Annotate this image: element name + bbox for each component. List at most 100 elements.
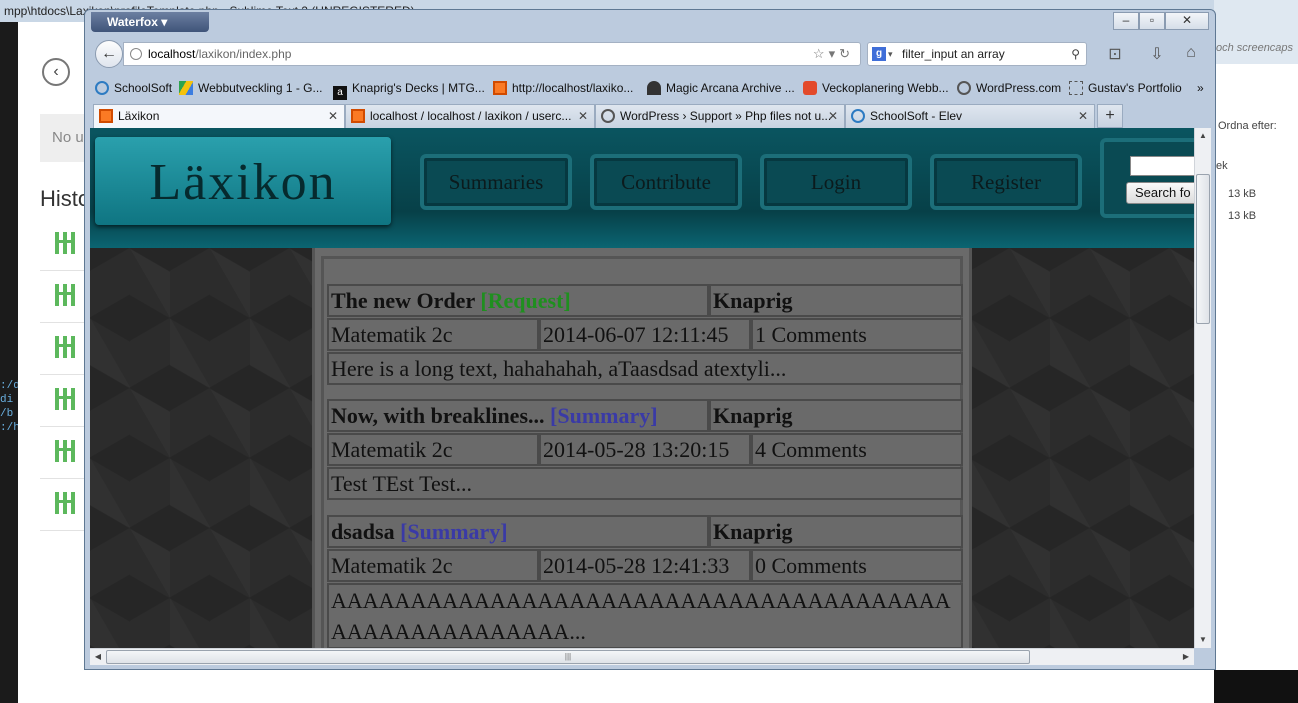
browser-window: Waterfox ▾ – ▫ ✕ ← localhost/laxikon/ind… xyxy=(84,9,1216,670)
post-subject: Matematik 2c xyxy=(327,318,539,351)
post-author[interactable]: Knaprig xyxy=(709,399,963,432)
explorer-sort-label: Ordna efter: xyxy=(1218,120,1277,132)
post-tag: [Summary] xyxy=(400,519,508,544)
post-title[interactable]: Now, with breaklines... [Summary] xyxy=(327,399,709,432)
vertical-scrollbar[interactable]: ▲ ▼ xyxy=(1194,128,1211,648)
post-excerpt: Test TEst Test... xyxy=(327,467,963,500)
site-header: Läxikon Summaries Contribute Login Regis… xyxy=(90,128,1194,248)
green-pattern-icon xyxy=(55,284,75,306)
post-excerpt: Here is a long text, hahahahah, aTaasdsa… xyxy=(327,352,963,385)
explorer-type-label: ek xyxy=(1216,160,1228,172)
navigation-toolbar: ← localhost/laxikon/index.php ☆▾↻ g ▾ fi… xyxy=(89,38,1211,72)
post-date: 2014-05-28 13:20:15 xyxy=(539,433,751,466)
post-title[interactable]: The new Order [Request] xyxy=(327,284,709,317)
post-date: 2014-05-28 12:41:33 xyxy=(539,549,751,582)
minimize-button[interactable]: – xyxy=(1113,12,1139,30)
tab-wordpress[interactable]: WordPress › Support » Php files not u...… xyxy=(595,104,845,128)
home-icon[interactable]: ⌂ xyxy=(1179,44,1203,62)
magic-icon xyxy=(647,81,661,95)
close-tab-icon[interactable]: ✕ xyxy=(328,105,338,127)
url-bar[interactable]: localhost/laxikon/index.php ☆▾↻ xyxy=(123,42,861,66)
tab-strip: Läxikon ✕ localhost / localhost / laxikon… xyxy=(89,104,1211,128)
downloads-icon[interactable]: ⇩ xyxy=(1145,44,1169,64)
bookmark-item[interactable]: WordPress.com xyxy=(957,80,1061,96)
back-button[interactable]: ← xyxy=(95,40,123,68)
search-bar[interactable]: g ▾ filter_input an array ⚲ xyxy=(867,42,1087,66)
vertical-scroll-thumb[interactable] xyxy=(1196,174,1210,324)
wordpress-icon xyxy=(957,81,971,95)
bookmark-item[interactable]: Webbutveckling 1 - G... xyxy=(179,80,323,96)
background-page: ‹ No u Histo xyxy=(18,22,100,703)
nav-contribute-button[interactable]: Contribute xyxy=(590,154,742,210)
scroll-left-arrow-icon[interactable]: ◀ xyxy=(90,649,106,665)
close-tab-icon[interactable]: ✕ xyxy=(578,105,588,127)
mtg-icon: a xyxy=(333,86,347,100)
xampp-icon xyxy=(351,109,365,123)
scroll-down-arrow-icon[interactable]: ▼ xyxy=(1195,632,1211,648)
horizontal-scroll-thumb[interactable]: ||| xyxy=(106,650,1030,664)
site-logo[interactable]: Läxikon xyxy=(95,137,391,225)
post-subject: Matematik 2c xyxy=(327,549,539,582)
site-search-button[interactable]: Search fo xyxy=(1126,182,1194,204)
tab-schoolsoft[interactable]: SchoolSoft - Elev ✕ xyxy=(845,104,1095,128)
back-circle-icon: ‹ xyxy=(42,58,70,86)
bookmarks-menu-icon[interactable]: ⊡ xyxy=(1103,44,1127,64)
post-comments[interactable]: 1 Comments xyxy=(751,318,963,351)
close-tab-icon[interactable]: ✕ xyxy=(1078,105,1088,127)
wordpress-icon xyxy=(601,109,615,123)
site-search-input[interactable] xyxy=(1130,156,1194,176)
post-author[interactable]: Knaprig xyxy=(709,515,963,548)
drive-icon xyxy=(179,81,193,95)
bookmark-star-icon[interactable]: ☆▾↻ xyxy=(813,43,854,65)
nav-register-button[interactable]: Register xyxy=(930,154,1082,210)
green-pattern-icon xyxy=(55,336,75,358)
background-code-strip: :/d di /b :/h xyxy=(0,22,20,703)
page-viewport: Läxikon Summaries Contribute Login Regis… xyxy=(90,128,1194,648)
scroll-right-arrow-icon[interactable]: ▶ xyxy=(1178,649,1194,665)
bookmark-item[interactable]: Magic Arcana Archive ... xyxy=(647,80,795,96)
xampp-icon xyxy=(493,81,507,95)
more-bookmarks-chevron-icon[interactable]: » xyxy=(1197,80,1204,96)
post-comments[interactable]: 0 Comments xyxy=(751,549,963,582)
green-pattern-icon xyxy=(55,492,75,514)
schoolsoft-icon xyxy=(851,109,865,123)
close-window-button[interactable]: ✕ xyxy=(1165,12,1209,30)
scroll-up-arrow-icon[interactable]: ▲ xyxy=(1195,128,1211,144)
maximize-button[interactable]: ▫ xyxy=(1139,12,1165,30)
xampp-icon xyxy=(99,109,113,123)
page-icon xyxy=(803,81,817,95)
bookmarks-toolbar: SchoolSoft Webbutveckling 1 - G... a Knap… xyxy=(89,76,1211,100)
green-pattern-icon xyxy=(55,388,75,410)
bookmark-item[interactable]: Gustav's Portfolio xyxy=(1069,80,1182,96)
nav-summaries-button[interactable]: Summaries xyxy=(420,154,572,210)
post-title[interactable]: dsadsa [Summary] xyxy=(327,515,709,548)
tab-laxikon[interactable]: Läxikon ✕ xyxy=(93,104,345,128)
bookmark-item[interactable]: SchoolSoft xyxy=(95,80,172,96)
post-author[interactable]: Knaprig xyxy=(709,284,963,317)
close-tab-icon[interactable]: ✕ xyxy=(828,105,838,127)
bookmark-item[interactable]: a Knaprig's Decks | MTG... xyxy=(333,80,485,100)
horizontal-scrollbar[interactable]: ◀ ||| ▶ xyxy=(90,648,1194,665)
app-menu-button[interactable]: Waterfox ▾ xyxy=(91,12,209,32)
background-history-label: Histo xyxy=(40,186,91,211)
search-input[interactable]: filter_input an array xyxy=(902,47,1005,61)
post-tag: [Summary] xyxy=(550,403,658,428)
site-search-box: Search fo xyxy=(1100,138,1194,218)
explorer-file-size: 13 kB xyxy=(1228,188,1257,200)
explorer-file-size: 13 kB xyxy=(1228,210,1257,222)
tab-phpmyadmin[interactable]: localhost / localhost / laxikon / userc.… xyxy=(345,104,595,128)
search-magnifier-icon[interactable]: ⚲ xyxy=(1071,43,1080,65)
green-pattern-icon xyxy=(52,228,82,258)
bookmark-item[interactable]: http://localhost/laxiko... xyxy=(493,80,633,96)
explorer-search-text: och screencaps xyxy=(1216,42,1294,54)
post-comments[interactable]: 4 Comments xyxy=(751,433,963,466)
post-date: 2014-06-07 12:11:45 xyxy=(539,318,751,351)
bookmark-item[interactable]: Veckoplanering Webb... xyxy=(803,80,949,96)
google-icon[interactable]: g xyxy=(872,47,886,61)
nav-login-button[interactable]: Login xyxy=(760,154,912,210)
post-excerpt: AAAAAAAAAAAAAAAAAAAAAAAAAAAAAAAAAAAAAAAA… xyxy=(327,583,963,648)
background-explorer: och screencaps Ordna efter: ek 13 kB 13 … xyxy=(1214,0,1298,670)
new-tab-button[interactable]: + xyxy=(1097,104,1123,128)
blank-page-icon xyxy=(1069,81,1083,95)
posts-container: The new Order [Request] Knaprig Matemati… xyxy=(312,248,972,648)
